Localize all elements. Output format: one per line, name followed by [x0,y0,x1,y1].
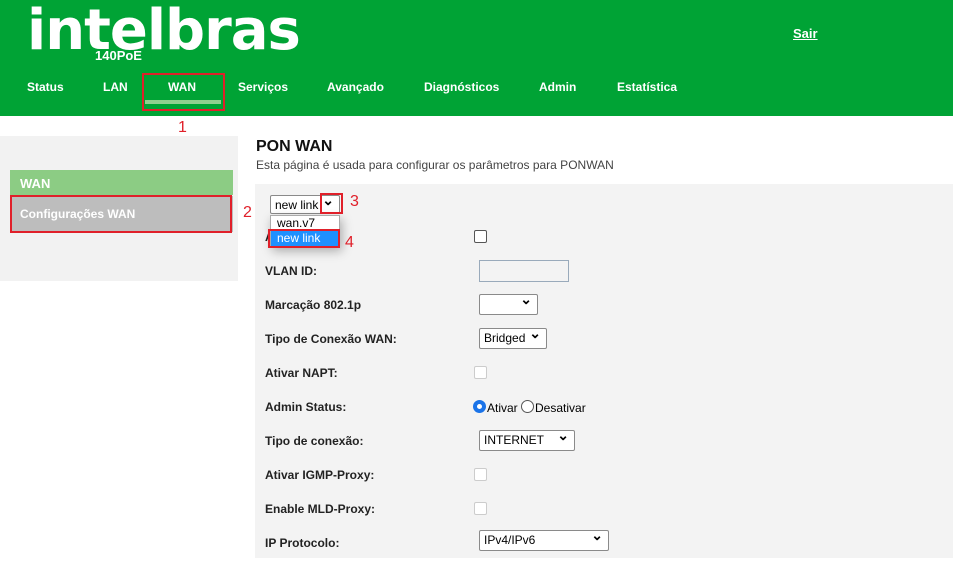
radio-label: Desativar [535,401,586,415]
nav-estatistica[interactable]: Estatística [617,80,677,94]
field-label: VLAN ID: [257,254,465,286]
admin-status-ativar-radio[interactable] [473,400,486,413]
nav-status[interactable]: Status [27,80,64,94]
page-title: PON WAN [256,138,333,155]
logout-link[interactable]: Sair [793,26,818,41]
nav-admin[interactable]: Admin [539,80,576,94]
wan-connection-type-select[interactable]: Bridged [479,325,547,349]
field-label: Tipo de conexão: [257,424,465,456]
annotation-box-2 [10,195,232,233]
page-description: Esta página é usada para configurar os p… [256,158,614,172]
form-row: IP Protocolo: IPv4/IPv6 [255,526,953,558]
connection-type-select[interactable]: INTERNET [479,427,575,451]
form-row: VLAN ID: [255,254,953,286]
napt-checkbox[interactable] [474,366,487,379]
annotation-box-1 [142,73,225,111]
intelbras-logo: intelbras [27,0,301,63]
form-row: Admin Status: Ativar Desativar [255,390,953,422]
field-label: Marcação 802.1p [257,288,465,320]
annotation-box-4 [268,229,340,248]
form-row: Ativar NAPT: [255,356,953,388]
field-label: Enable MLD-Proxy: [257,492,465,524]
admin-status-desativar-radio[interactable] [521,400,534,413]
vlan-enable-checkbox[interactable] [474,230,487,243]
nav-avancado[interactable]: Avançado [327,80,384,94]
annotation-number: 2 [243,204,252,221]
model-label: 140PoE [95,48,142,63]
nav-lan[interactable]: LAN [103,80,128,94]
mld-proxy-checkbox[interactable] [474,502,487,515]
field-label: Tipo de Conexão WAN: [257,322,465,354]
annotation-number: 1 [178,119,187,136]
annotation-number: 3 [350,193,359,210]
field-label: IP Protocolo: [257,526,465,558]
igmp-proxy-checkbox[interactable] [474,468,487,481]
connection-row: new link [255,186,953,218]
ip-protocol-select[interactable]: IPv4/IPv6 [479,527,609,551]
form-row: Enable MLD-Proxy: [255,492,953,524]
field-label: Admin Status: [257,390,465,422]
field-label: Ativar NAPT: [257,356,465,388]
annotation-box-3 [320,193,343,214]
radio-label: Ativar [487,401,518,415]
sidebar-section-wan: WAN [10,170,233,195]
nav-servicos[interactable]: Serviços [238,80,288,94]
vlan-id-input[interactable] [479,260,569,282]
form-row: Tipo de Conexão WAN: Bridged [255,322,953,354]
8021p-select[interactable] [479,291,538,315]
wan-form: new link Ativar VLAN: VLAN ID: Marcação … [255,184,953,558]
form-row: Ativar IGMP-Proxy: [255,458,953,490]
field-label: Ativar IGMP-Proxy: [257,458,465,490]
form-row: Tipo de conexão: INTERNET [255,424,953,456]
form-row: Ativar VLAN: [255,220,953,252]
nav-diagnosticos[interactable]: Diagnósticos [424,80,499,94]
annotation-number: 4 [345,234,354,251]
form-row: Marcação 802.1p [255,288,953,320]
